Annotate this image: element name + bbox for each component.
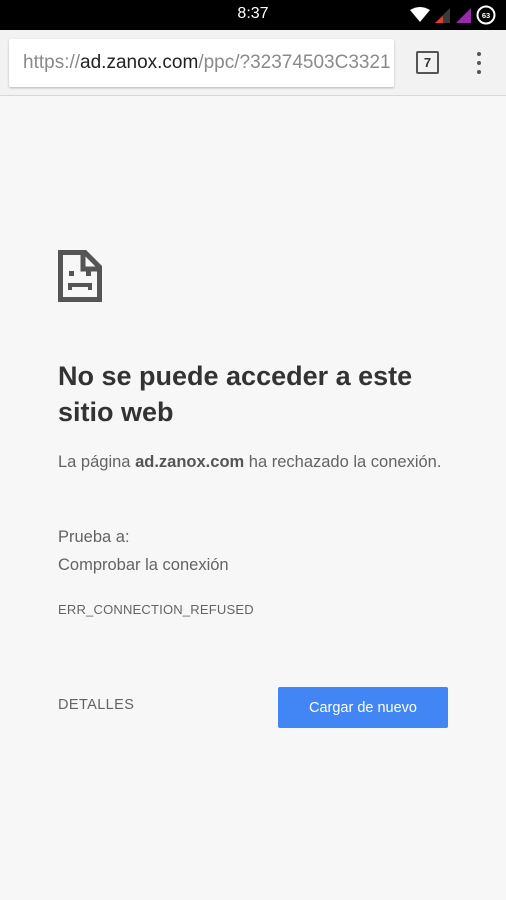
- reload-button[interactable]: Cargar de nuevo: [278, 687, 448, 728]
- status-icons: 63: [410, 5, 496, 25]
- status-bar: 8:37 63: [0, 0, 506, 30]
- error-description: La página ad.zanox.com ha rechazado la c…: [58, 448, 458, 477]
- more-vert-icon[interactable]: [470, 49, 488, 77]
- url-scheme: https://: [23, 52, 81, 73]
- signal-icon: [435, 8, 450, 23]
- battery-level: 63: [482, 11, 490, 20]
- description-host: ad.zanox.com: [135, 453, 245, 471]
- error-code: ERR_CONNECTION_REFUSED: [58, 602, 254, 617]
- description-suffix: ha rechazado la conexión.: [244, 453, 442, 471]
- signal-icon: [456, 8, 471, 23]
- url-path: /ppc/?32374503C3321: [198, 52, 391, 73]
- details-button[interactable]: DETALLES: [58, 697, 134, 713]
- tab-switcher-button[interactable]: 7: [416, 51, 439, 74]
- wifi-icon: [410, 7, 430, 22]
- url-bar[interactable]: https://ad.zanox.com/ppc/?32374503C3321: [9, 39, 394, 87]
- sad-file-icon: [58, 250, 102, 302]
- suggestions-title: Prueba a:: [58, 528, 130, 546]
- suggestion-item: Comprobar la conexión: [58, 556, 229, 574]
- battery-icon: 63: [476, 5, 496, 25]
- browser-toolbar: https://ad.zanox.com/ppc/?32374503C3321 …: [0, 30, 506, 96]
- url-host: ad.zanox.com: [80, 52, 199, 73]
- page-title: No se puede acceder a este sitio web: [58, 361, 413, 427]
- description-prefix: La página: [58, 453, 136, 471]
